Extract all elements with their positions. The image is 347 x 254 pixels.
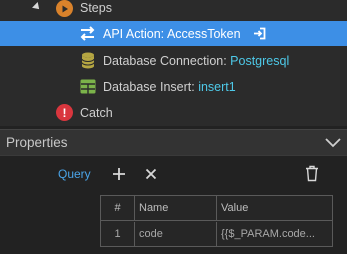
table-icon <box>80 79 96 97</box>
close-icon <box>145 168 157 183</box>
play-circle-icon <box>56 0 73 17</box>
column-header-value: Value <box>221 202 249 214</box>
table-row[interactable]: 1 code {{$_PARAM.code... <box>101 222 332 246</box>
sign-in-icon <box>253 27 266 43</box>
api-action-prefix: API Action: <box>103 27 167 41</box>
database-icon <box>81 52 95 72</box>
query-params-table: # Name Value 1 code {{$_PARAM.code... <box>100 195 333 247</box>
query-label: Query <box>58 167 91 181</box>
table-header: # Name Value <box>101 196 332 221</box>
db-connection-name: Postgresql <box>230 54 290 68</box>
exchange-arrows-icon <box>79 25 96 45</box>
db-connection-prefix: Database Connection: <box>103 54 231 68</box>
param-name-cell[interactable]: code <box>135 222 217 246</box>
tree-item-label: Database Insert: insert1 <box>103 80 236 94</box>
tree-item-label: Catch <box>80 106 113 120</box>
tree-item-label: Steps <box>80 1 112 15</box>
db-insert-prefix: Database Insert: <box>103 80 199 94</box>
steps-tree: Steps API Action: AccessToken Database C… <box>0 0 347 126</box>
tree-item-api-action[interactable]: API Action: AccessToken <box>0 21 347 46</box>
error-icon: ! <box>56 104 73 121</box>
query-property-row: Query <box>0 160 347 190</box>
column-header-name: Name <box>135 196 217 220</box>
properties-header[interactable]: Properties <box>0 129 347 156</box>
tree-item-label: API Action: AccessToken <box>103 27 241 41</box>
expand-caret-icon[interactable] <box>32 2 42 12</box>
properties-title: Properties <box>6 135 68 150</box>
plus-icon <box>112 167 126 184</box>
tree-item-db-connection[interactable]: Database Connection: Postgresql <box>0 48 347 73</box>
remove-parameter-button[interactable] <box>142 166 160 184</box>
tree-item-catch[interactable]: ! Catch <box>0 100 347 125</box>
tree-item-label: Database Connection: Postgresql <box>103 54 289 68</box>
tree-item-steps[interactable]: Steps <box>0 0 347 21</box>
column-header-num: # <box>101 196 135 220</box>
api-action-name: AccessToken <box>166 27 241 41</box>
trash-icon <box>305 165 319 185</box>
param-value-cell[interactable]: {{$_PARAM.code... <box>217 222 332 246</box>
chevron-down-icon[interactable] <box>325 136 341 151</box>
add-parameter-button[interactable] <box>110 166 128 184</box>
tree-item-db-insert[interactable]: Database Insert: insert1 <box>0 74 347 99</box>
row-number: 1 <box>101 222 135 246</box>
db-insert-name: insert1 <box>198 80 236 94</box>
delete-button[interactable] <box>303 165 321 185</box>
